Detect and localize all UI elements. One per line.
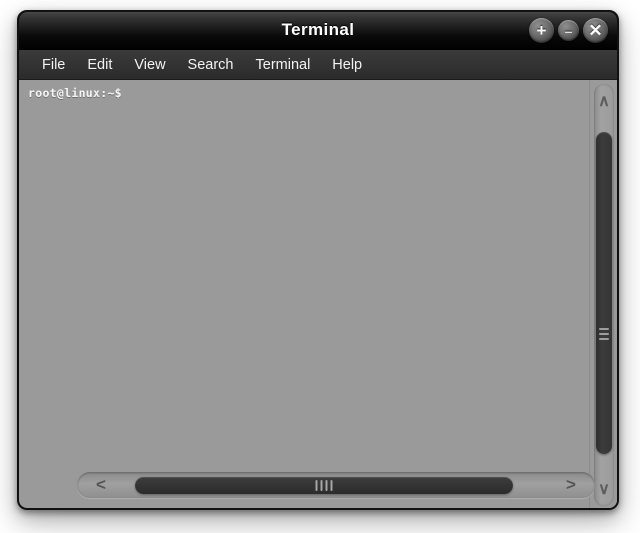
minus-icon: – — [564, 22, 573, 39]
terminal-body[interactable]: root@linux:~$ ∧ ∨ < > — [19, 80, 617, 508]
vertical-thumb-grip-icon — [599, 328, 609, 340]
menu-item-view[interactable]: View — [123, 54, 176, 76]
window-titlebar[interactable]: Terminal + – ✕ — [19, 12, 617, 50]
menu-item-terminal[interactable]: Terminal — [245, 54, 322, 76]
menu-item-help[interactable]: Help — [321, 54, 373, 76]
terminal-prompt-line: root@linux:~$ — [28, 86, 122, 100]
scroll-left-arrow-icon[interactable]: < — [81, 472, 121, 498]
menu-item-file[interactable]: File — [31, 54, 76, 76]
vertical-scrollbar[interactable]: ∧ ∨ — [589, 80, 617, 508]
scroll-right-arrow-icon[interactable]: > — [551, 472, 591, 498]
scroll-down-arrow-icon[interactable]: ∨ — [594, 472, 614, 506]
terminal-window: Terminal + – ✕ File Edit View Search Ter… — [17, 10, 619, 510]
close-icon: ✕ — [588, 21, 603, 40]
scroll-up-arrow-icon[interactable]: ∧ — [594, 84, 614, 118]
horizontal-scrollbar-thumb[interactable] — [135, 477, 513, 494]
plus-icon: + — [536, 21, 547, 40]
window-controls: + – ✕ — [529, 18, 608, 43]
menu-item-edit[interactable]: Edit — [76, 54, 123, 76]
horizontal-scrollbar[interactable]: < > — [77, 472, 595, 498]
menu-item-search[interactable]: Search — [177, 54, 245, 76]
window-title: Terminal — [281, 20, 355, 39]
horizontal-thumb-grip-icon — [315, 480, 333, 491]
maximize-button[interactable]: + — [529, 18, 554, 43]
desktop-backdrop: Terminal + – ✕ File Edit View Search Ter… — [0, 0, 640, 533]
minimize-button[interactable]: – — [558, 20, 579, 41]
close-button[interactable]: ✕ — [583, 18, 608, 43]
menubar: File Edit View Search Terminal Help — [19, 50, 617, 80]
vertical-scrollbar-thumb[interactable] — [596, 132, 612, 454]
vertical-scrollbar-trough[interactable]: ∧ ∨ — [594, 84, 614, 506]
